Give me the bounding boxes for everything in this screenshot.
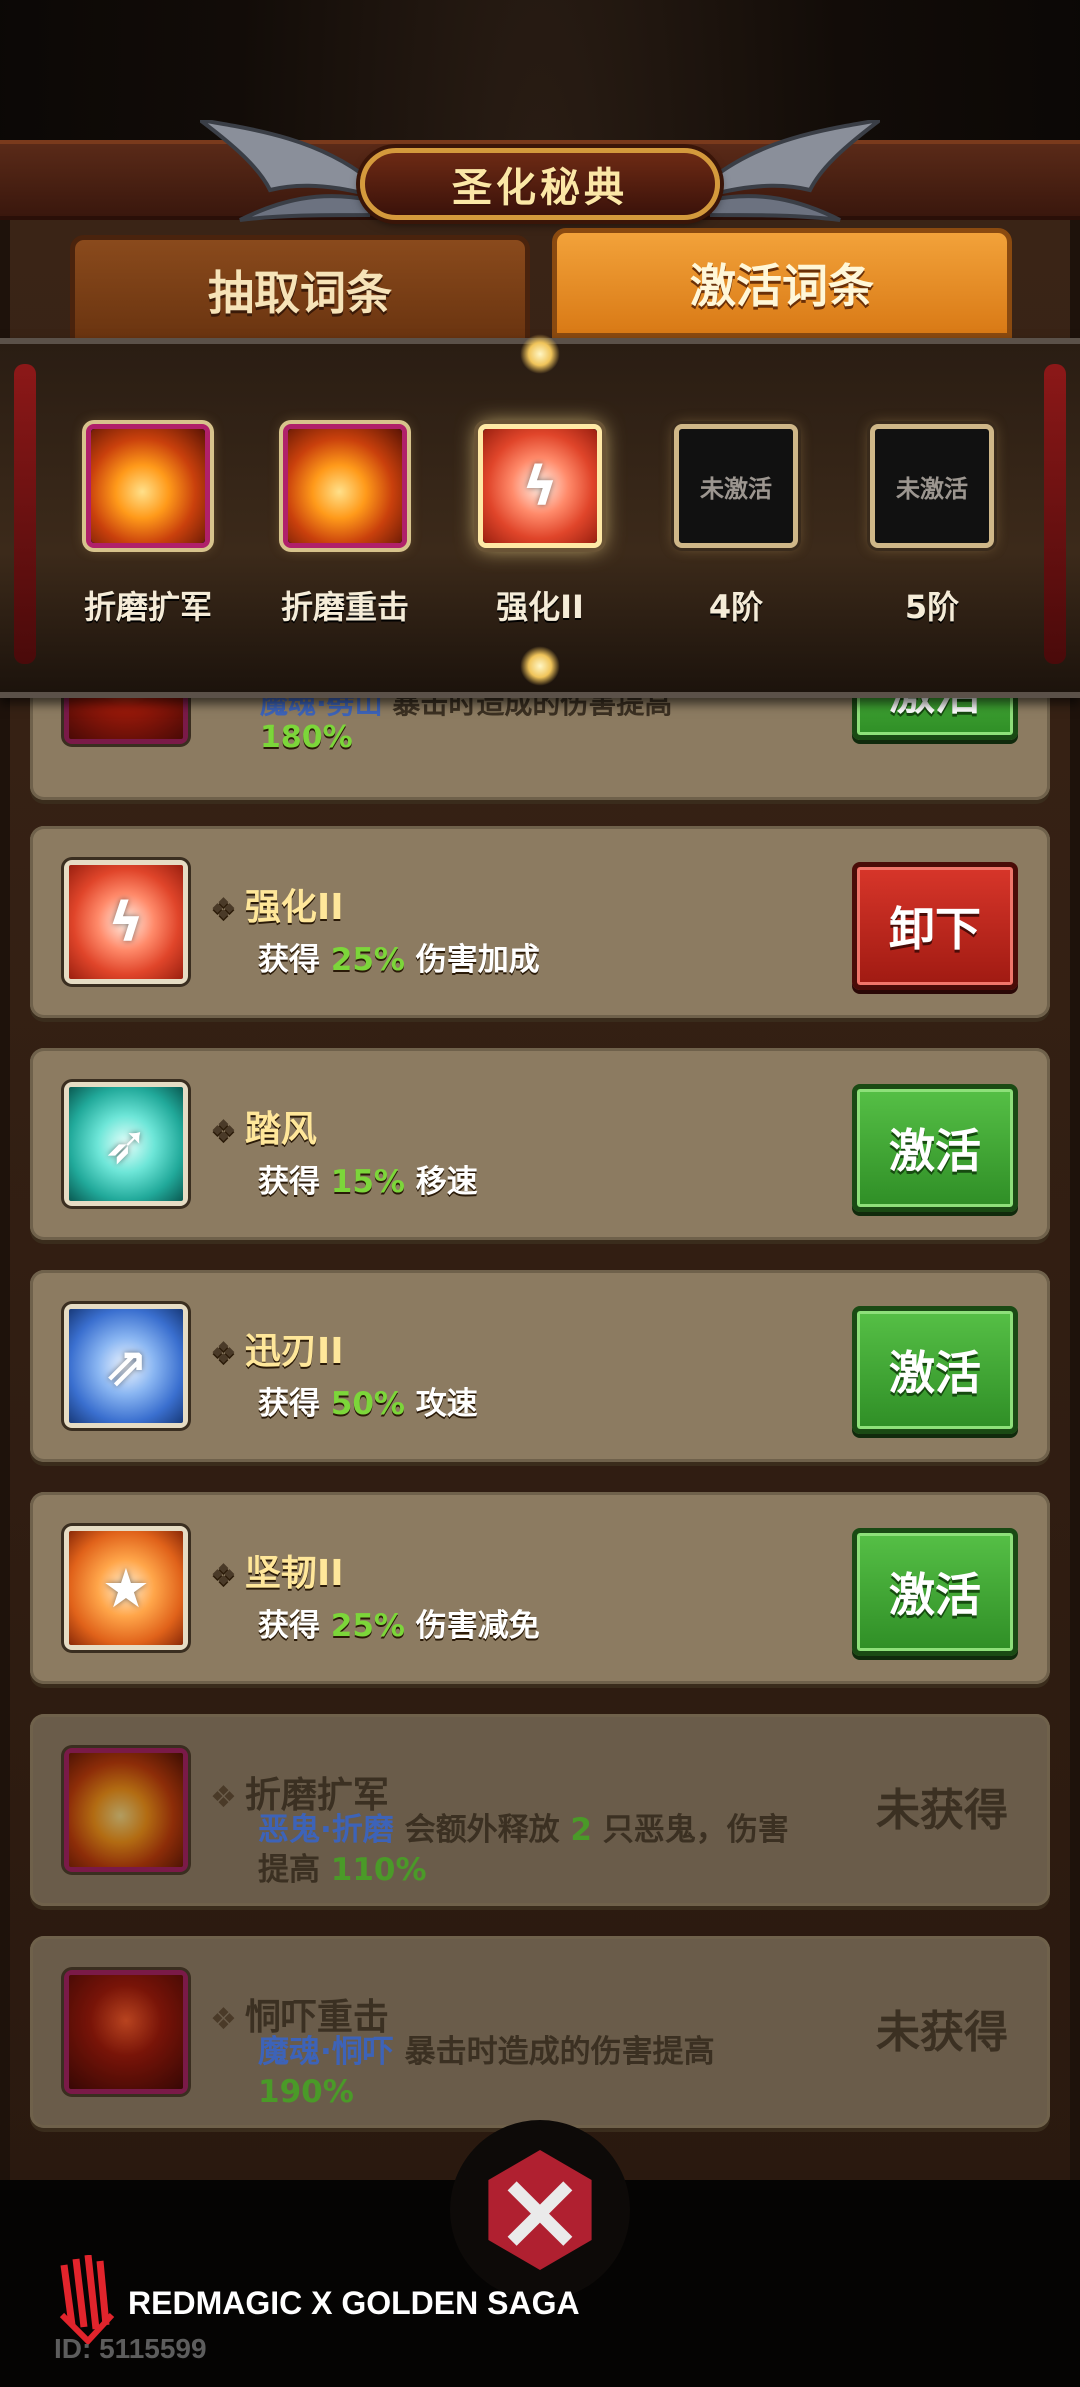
- skill-icon-frame: ➶: [64, 1082, 188, 1206]
- tier-slot-3[interactable]: ϟ 强化II: [470, 424, 610, 628]
- tier-slot-5[interactable]: 未激活 5阶: [862, 424, 1002, 628]
- tier-glow-bottom: [520, 646, 560, 686]
- red-strike-icon: ϟ: [483, 429, 597, 543]
- skill-desc: 获得 25% 伤害加成: [258, 942, 540, 978]
- unequip-button[interactable]: 卸下: [852, 862, 1018, 990]
- tier-label: 折磨扩军: [83, 588, 212, 626]
- skill-icon-frame: ⇗: [64, 1304, 188, 1428]
- tier-icon-frame: 未激活: [870, 424, 994, 548]
- unacquired-status: 未获得: [876, 2007, 1008, 2058]
- skill-card: ➶ ❖ 踏风 获得 15% 移速 激活: [30, 1048, 1050, 1240]
- skill-desc: 恶鬼·折磨 会额外释放 2 只恶鬼，伤害 提高 110%: [258, 1812, 789, 1888]
- tier-icon-frame: [283, 424, 407, 548]
- skill-card: ⇗ ❖ 迅刃II 获得 50% 攻速 激活: [30, 1270, 1050, 1462]
- tier-bar: 折磨扩军 折磨重击 ϟ 强化II 未激活 4阶 未激活 5阶: [0, 334, 1080, 698]
- activate-button[interactable]: 激活: [852, 1306, 1018, 1434]
- skill-desc: 获得 50% 攻速: [258, 1386, 478, 1422]
- skill-name: ❖ 踏风: [210, 1109, 317, 1150]
- skill-icon-frame: ϟ: [64, 860, 188, 984]
- skill-card-unacquired: ❖ 折磨扩军 恶鬼·折磨 会额外释放 2 只恶鬼，伤害 提高 110% 未获得: [30, 1714, 1050, 1906]
- skill-desc: 获得 25% 伤害减免: [258, 1608, 540, 1644]
- tier-icon-frame: ϟ: [478, 424, 602, 548]
- close-button[interactable]: ×: [450, 2120, 630, 2300]
- tier-frame-right: [1044, 364, 1066, 664]
- tab-activate-entries[interactable]: 激活词条: [552, 228, 1012, 338]
- redmagic-logo-icon: [59, 2255, 115, 2345]
- activate-button[interactable]: 激活: [852, 1528, 1018, 1656]
- tier-slot-4[interactable]: 未激活 4阶: [666, 424, 806, 628]
- tier-slot-2[interactable]: 折磨重击: [275, 424, 415, 628]
- tier-locked-text: 未激活: [896, 474, 968, 503]
- fire-beast-icon: [288, 429, 402, 543]
- tab-draw-entries[interactable]: 抽取词条: [70, 235, 530, 345]
- skill-card-unacquired: ❖ 恫吓重击 魔魂·恫吓 暴击时造成的伤害提高 190% 未获得: [30, 1936, 1050, 2128]
- skill-name: ❖ 强化II: [210, 887, 344, 928]
- activate-button[interactable]: 激活: [852, 1084, 1018, 1212]
- skill-card-partial: 魔魂·劈山 暴击时造成的伤害提高 180% 激活: [30, 620, 1050, 800]
- tier-locked-text: 未激活: [700, 474, 772, 503]
- skill-icon-frame: [64, 1748, 188, 1872]
- skill-desc: 获得 15% 移速: [258, 1164, 478, 1200]
- skill-icon-frame: [64, 1970, 188, 2094]
- shield-star-icon: ★: [69, 1531, 183, 1645]
- left-wing-icon: [200, 120, 370, 222]
- watermark-brand: REDMAGIC X GOLDEN SAGA: [128, 2285, 580, 2321]
- tier-frame-left: [14, 364, 36, 664]
- skill-card: ϟ ❖ 强化II 获得 25% 伤害加成 卸下: [30, 826, 1050, 1018]
- tier-label: 折磨重击: [280, 588, 409, 626]
- unacquired-status: 未获得: [876, 1785, 1008, 1836]
- page-title: 圣化秘典: [360, 148, 720, 220]
- skill-icon-frame: ★: [64, 1526, 188, 1650]
- wind-boot-icon: ➶: [69, 1087, 183, 1201]
- right-wing-icon: [710, 120, 880, 222]
- skill-name: ❖ 坚韧II: [210, 1553, 344, 1594]
- tier-label: 5阶: [904, 588, 960, 626]
- skill-value: 180%: [260, 720, 353, 755]
- tier-label: 强化II: [496, 588, 584, 626]
- skill-card: ★ ❖ 坚韧II 获得 25% 伤害减免 激活: [30, 1492, 1050, 1684]
- fire-beast-icon: [69, 1753, 183, 1867]
- demon-face-icon: [69, 1975, 183, 2089]
- skill-desc: 魔魂·恫吓 暴击时造成的伤害提高 190%: [258, 2034, 715, 2110]
- blade-arrows-icon: ⇗: [69, 1309, 183, 1423]
- tier-label: 4阶: [708, 588, 764, 626]
- red-strike-icon: ϟ: [69, 865, 183, 979]
- fire-beast-icon: [91, 429, 205, 543]
- tier-slot-1[interactable]: 折磨扩军: [78, 424, 218, 628]
- tier-glow-top: [520, 334, 560, 374]
- close-icon: ×: [488, 2150, 592, 2270]
- watermark-id: ID: 5115599: [54, 2333, 207, 2364]
- skill-name: ❖ 迅刃II: [210, 1331, 344, 1372]
- page-title-text: 圣化秘典: [452, 165, 628, 211]
- tier-icon-frame: [86, 424, 210, 548]
- tier-icon-frame: 未激活: [674, 424, 798, 548]
